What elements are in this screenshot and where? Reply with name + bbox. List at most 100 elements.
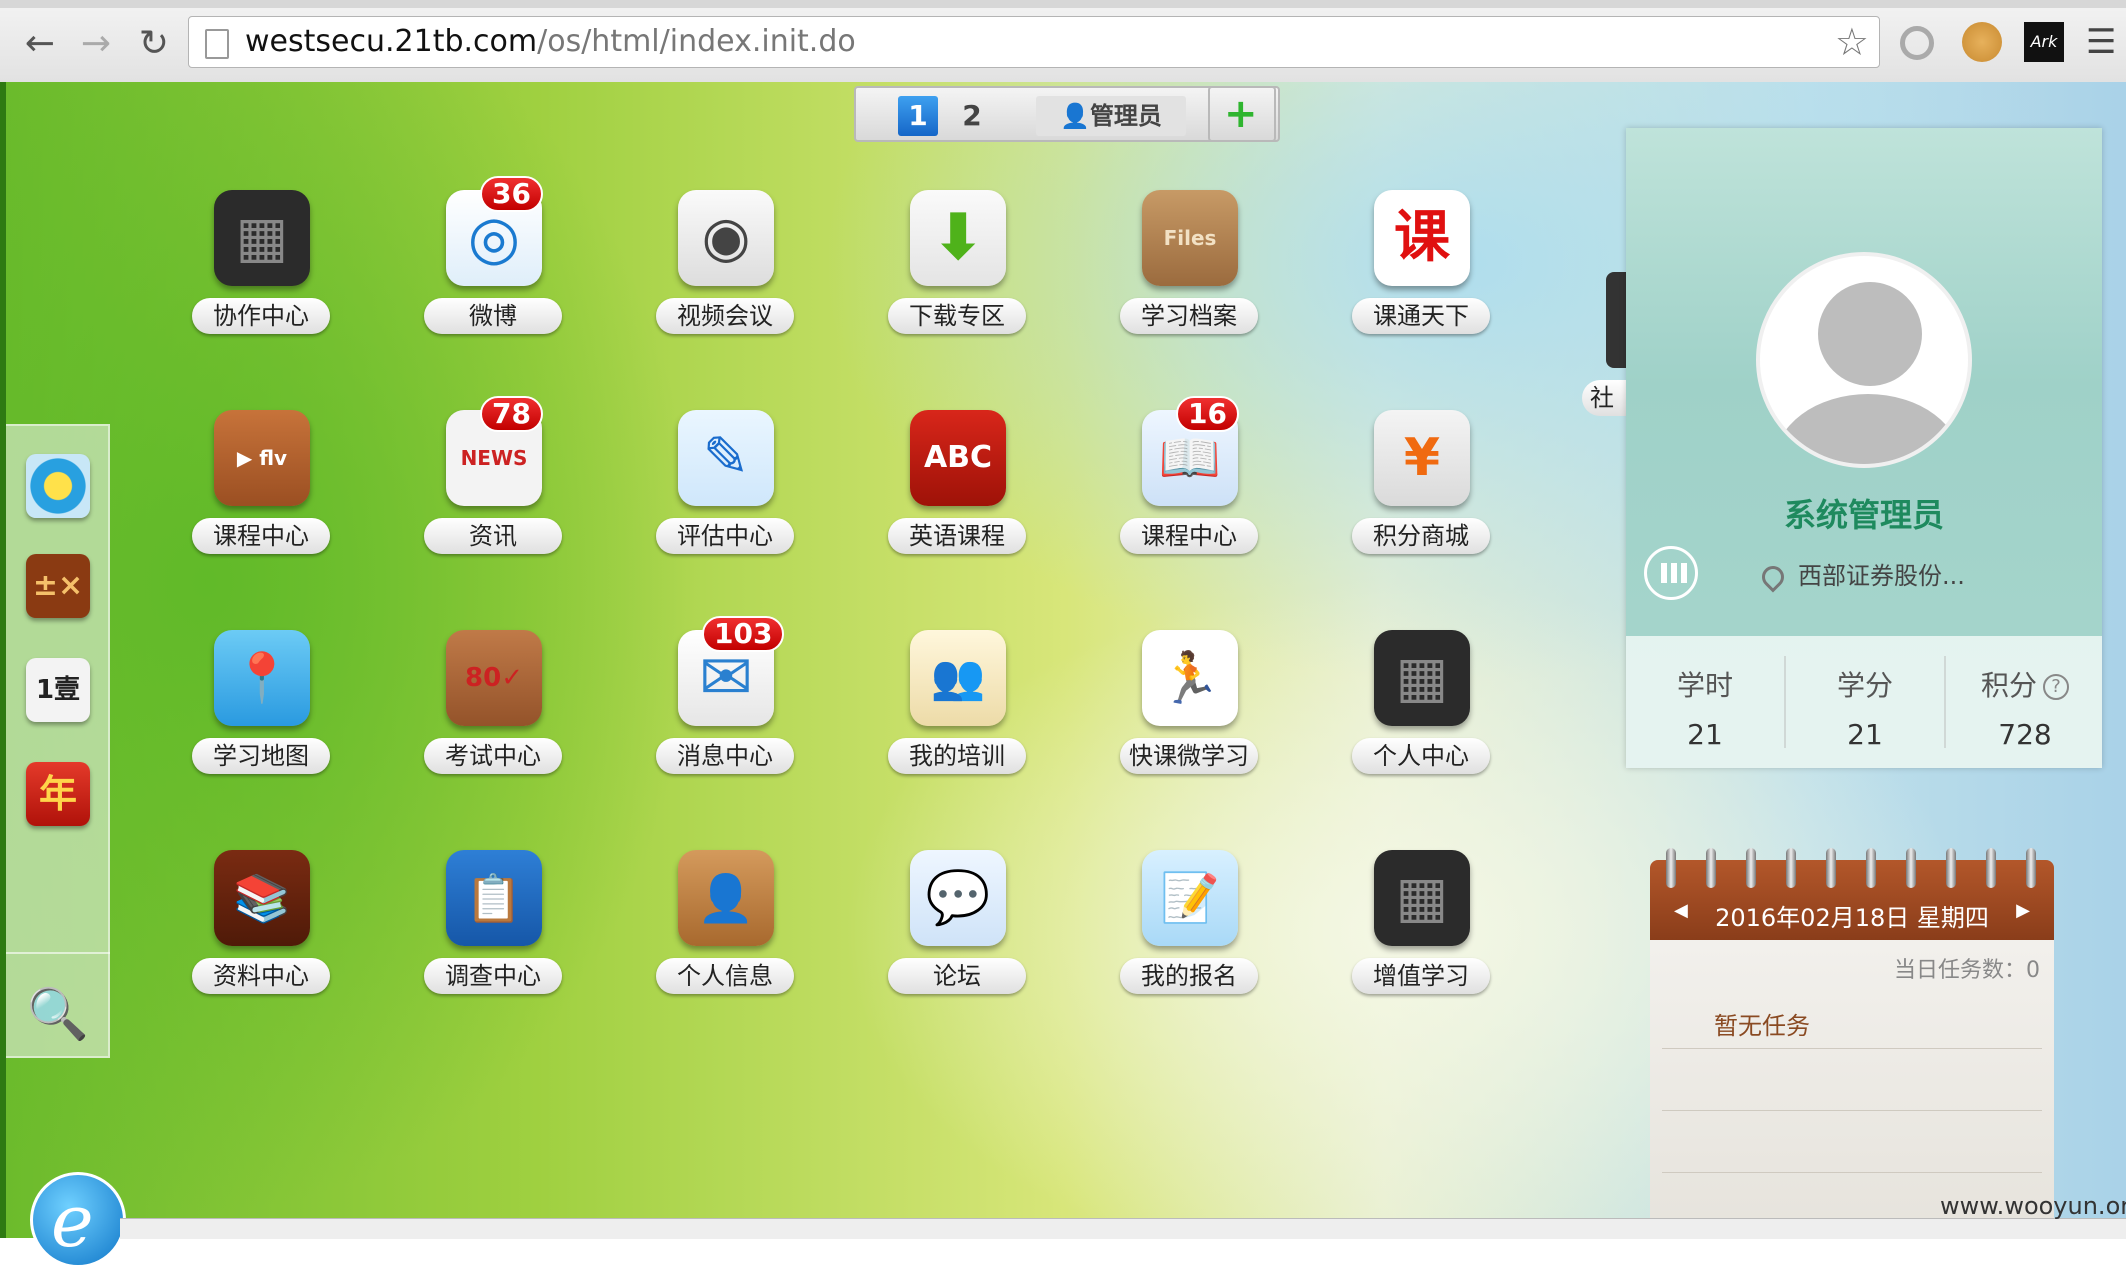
app-label: 考试中心 [424,738,562,774]
tab-page-1[interactable]: 1 [898,96,938,136]
pause-icon[interactable] [1644,546,1698,600]
profile-name[interactable]: 系统管理员 [1626,490,2102,536]
app-label: 英语课程 [888,518,1026,554]
profile-org-text: 西部证券股份... [1798,562,1965,590]
back-icon[interactable]: ← [18,22,62,66]
edit-icon[interactable]: ✎ [678,410,774,506]
signup-form-icon[interactable]: 📝 [1142,850,1238,946]
ark-extension-icon[interactable]: Ark [2024,22,2064,62]
app-label: 调查中心 [424,958,562,994]
training-group-icon[interactable]: 👥 [910,630,1006,726]
app-tile[interactable]: 📋 调查中心 [408,850,578,1020]
reload-icon[interactable]: ↻ [132,22,176,66]
app-tile[interactable]: ¥ 积分商城 [1336,410,1506,580]
app-tile[interactable]: ⬇ 下载专区 [872,190,1042,360]
address-book-icon[interactable]: 👤 [678,850,774,946]
app-tile[interactable]: 👥 我的培训 [872,630,1042,800]
webcam-icon[interactable]: ◉ [678,190,774,286]
media-grid-icon[interactable]: ▶ flv [214,410,310,506]
app-tile[interactable]: ABC 英语课程 [872,410,1042,580]
stat-value: 21 [1687,718,1723,751]
skype-like-icon[interactable] [26,454,90,518]
yen-coin-icon[interactable]: ¥ [1374,410,1470,506]
runner-icon[interactable]: 🏃 [1142,630,1238,726]
forward-icon[interactable]: → [74,22,118,66]
bookshelf-icon[interactable]: 📚 [214,850,310,946]
app-tile[interactable]: ◎ 36 微博 [408,176,578,360]
abc-book-icon[interactable]: ABC [910,410,1006,506]
folder-window-icon[interactable]: ▦ [1374,850,1470,946]
url-text: westsecu.21tb.com/os/html/index.init.do [245,24,856,59]
stat-credits[interactable]: 学分 21 [1786,636,1944,768]
app-tile[interactable]: ▦ 个人中心 [1336,630,1506,800]
new-year-icon[interactable]: 年 [26,762,90,826]
app-label: 课程中心 [1120,518,1258,554]
user-icon: 👤 [1060,102,1090,130]
bookmark-star-icon[interactable]: ☆ [1835,21,1869,63]
add-page-button[interactable]: + [1208,86,1276,142]
app-tile[interactable]: ▦ 协作中心 [176,190,346,360]
avatar[interactable] [1756,252,1972,468]
app-label: 我的报名 [1120,958,1258,994]
calendar-money-icon[interactable]: 1壹 [26,658,90,722]
ke-logo-icon-glyph: 课 [1394,205,1450,270]
app-tile[interactable]: 📝 我的报名 [1104,850,1274,1020]
partial-app-label: 社 [1582,380,1632,416]
map-pin-icon[interactable]: 📍 [214,630,310,726]
app-tile[interactable]: ◉ 视频会议 [640,190,810,360]
app-label: 增值学习 [1352,958,1490,994]
avatar-head [1818,282,1922,386]
calendar-ring [1986,848,1996,888]
address-book-icon-glyph: 👤 [697,871,755,925]
app-tile[interactable]: 📚 资料中心 [176,850,346,1020]
address-bar[interactable]: westsecu.21tb.com/os/html/index.init.do … [188,16,1880,68]
exam-paper-icon[interactable]: 80✓ [446,630,542,726]
clipboard-icon-glyph: 📋 [465,871,523,925]
clipboard-icon[interactable]: 📋 [446,850,542,946]
calendar-ring [1866,848,1876,888]
calendar-ring [1706,848,1716,888]
stat-study-hours[interactable]: 学时 21 [1626,636,1784,768]
tab-admin[interactable]: 👤管理员 [1036,96,1186,136]
profile-panel: 系统管理员 西部证券股份... 学时 21 学分 21 积分? 728 [1626,128,2102,768]
next-day-icon[interactable]: ▶ [2016,900,2030,921]
calculator-icon[interactable]: ±× [26,554,90,618]
folder-window-icon[interactable]: ▦ [1374,630,1470,726]
chat-bubble-icon-glyph: 💬 [925,868,991,928]
notification-badge: 16 [1176,396,1239,432]
collaboration-icon[interactable]: ▦ [214,190,310,286]
files-icon[interactable]: Files [1142,190,1238,286]
app-tile[interactable]: 80✓ 考试中心 [408,630,578,800]
app-tile[interactable]: 课课通天下 [1336,190,1506,360]
app-tile[interactable]: NEWS 78 资讯 [408,396,578,580]
app-tile[interactable]: ▦ 增值学习 [1336,850,1506,1020]
calendar-line [1662,1110,2042,1111]
notification-badge: 36 [480,176,543,212]
ke-logo-icon[interactable]: 课 [1374,190,1470,286]
extension-circle-icon[interactable] [1900,26,1934,60]
app-tile[interactable]: 👤 个人信息 [640,850,810,1020]
app-tile[interactable]: ✉ 103 消息中心 [640,616,810,800]
app-label: 资料中心 [192,958,330,994]
browser-e-icon[interactable]: e [30,1172,126,1268]
menu-icon[interactable]: ☰ [2086,22,2126,62]
search-icon[interactable]: 🔍 [26,982,90,1046]
app-tile[interactable]: Files 学习档案 [1104,190,1274,360]
dock-separator [6,952,110,954]
app-tile[interactable]: 📍 学习地图 [176,630,346,800]
tab-page-2[interactable]: 2 [952,96,992,136]
no-task-text: 暂无任务 [1714,1012,1810,1040]
folder-window-icon-glyph: ▦ [1395,865,1449,930]
stat-points[interactable]: 积分? 728 [1946,636,2104,768]
help-icon[interactable]: ? [2043,674,2069,700]
app-tile[interactable]: ▶ flv 课程中心 [176,410,346,580]
chat-bubble-icon[interactable]: 💬 [910,850,1006,946]
download-icon[interactable]: ⬇ [910,190,1006,286]
stat-label: 学分 [1836,669,1893,702]
app-tile[interactable]: 📖 16 课程中心 [1104,396,1274,580]
app-tile[interactable]: ✎ 评估中心 [640,410,810,580]
app-tile[interactable]: 💬 论坛 [872,850,1042,1020]
cookie-extension-icon[interactable] [1962,22,2002,62]
app-tile[interactable]: 🏃 快课微学习 [1104,630,1274,800]
download-icon-glyph: ⬇ [931,201,985,275]
